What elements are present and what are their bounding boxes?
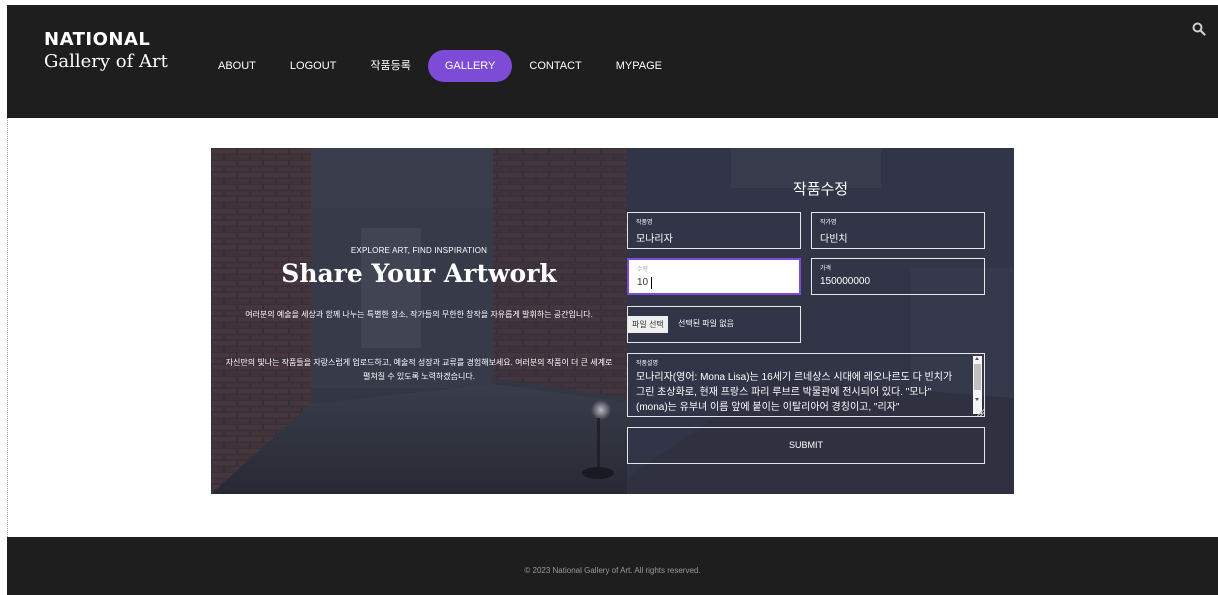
hero-eyebrow: EXPLORE ART, FIND INSPIRATION [350,246,488,255]
main-nav: ABOUT LOGOUT 작품등록 GALLERY CONTACT MYPAGE [201,50,679,82]
nav-register-artwork[interactable]: 작품등록 [353,50,427,82]
nav-logout[interactable]: LOGOUT [273,50,353,82]
file-select-button[interactable]: 파일 선택 [628,316,668,333]
file-upload-field: 파일 선택 선택된 파일 없음 [627,306,801,343]
site-header: NATIONAL Gallery of Art ABOUT LOGOUT 작품등… [7,5,1218,118]
description-scrollbar[interactable] [973,356,982,414]
artist-name-value: 다빈치 [820,234,848,245]
text-cursor [651,277,652,289]
nav-mypage[interactable]: MYPAGE [599,50,679,82]
hero-headline: Share Your Artwork [281,259,557,288]
price-field[interactable]: 가격 150000000 [811,258,985,295]
scroll-down-arrow-icon[interactable] [975,398,979,401]
submit-button[interactable]: SUBMIT [627,427,985,464]
price-value: 150000000 [820,276,871,287]
artist-name-label: 작가명 [820,220,837,226]
artwork-name-label: 작품명 [636,220,653,226]
site-logo[interactable]: NATIONAL Gallery of Art [44,29,168,73]
logo-subtitle: Gallery of Art [44,51,168,72]
quantity-field[interactable]: 수량 10 [627,258,801,295]
site-footer: © 2023 National Gallery of Art. All righ… [7,537,1218,595]
file-status: 선택된 파일 없음 [678,319,734,328]
hero-paragraph-1: 여러분의 예술을 세상과 함께 나누는 특별한 장소, 작가들의 무한한 창작을… [245,310,593,319]
scrollbar-thumb[interactable] [974,364,981,390]
price-label: 가격 [820,266,832,272]
nav-contact[interactable]: CONTACT [512,50,598,82]
search-icon[interactable] [1192,22,1206,36]
form-title: 작품수정 [792,181,849,198]
scroll-up-arrow-icon[interactable] [975,357,979,360]
resize-grip-icon[interactable] [976,408,984,416]
quantity-label: 수량 [637,267,649,273]
artist-name-field[interactable]: 작가명 다빈치 [811,212,985,249]
artwork-name-value: 모나리자 [636,234,673,245]
hero-paragraph-2: 자신만의 빛나는 작품들을 자랑스럽게 업로드하고, 예술적 성장과 교류를 경… [225,358,613,381]
nav-about[interactable]: ABOUT [201,50,273,82]
description-text: 모나리자(영어: Mona Lisa)는 16세기 르네상스 시대에 레오나르도… [636,372,953,413]
footer-copyright: © 2023 National Gallery of Art. All righ… [524,566,701,575]
logo-title: NATIONAL [44,29,151,50]
nav-gallery[interactable]: GALLERY [427,50,513,82]
description-textarea[interactable]: 작품설명 모나리자(영어: Mona Lisa)는 16세기 르네상스 시대에 … [627,353,985,417]
artwork-name-field[interactable]: 작품명 모나리자 [627,212,801,249]
description-label: 작품설명 [636,361,659,367]
page-left-border [7,118,8,537]
quantity-value: 10 [637,277,649,288]
artwork-edit-section: EXPLORE ART, FIND INSPIRATION Share Your… [211,148,1014,494]
